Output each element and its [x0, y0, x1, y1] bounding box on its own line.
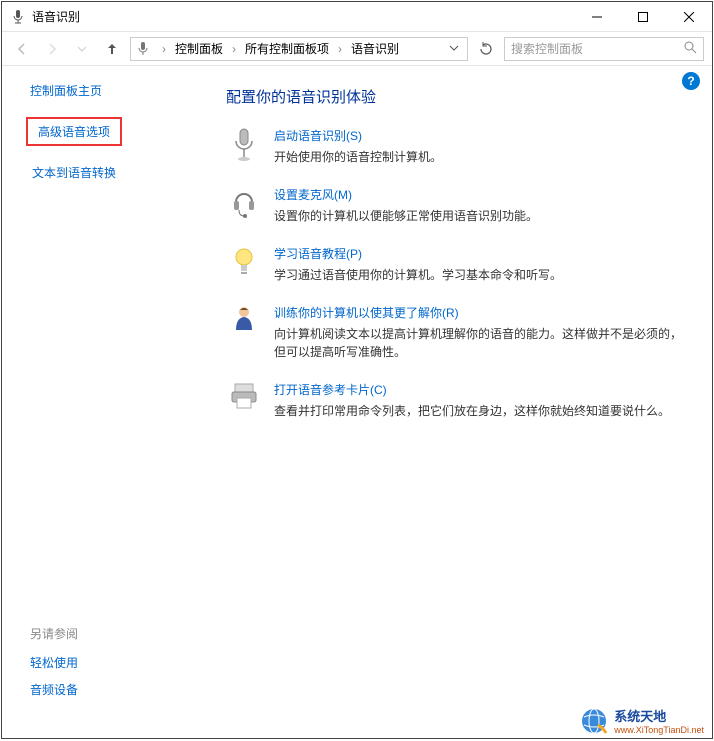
search-input[interactable]: 搜索控制面板: [504, 37, 704, 61]
person-icon: [226, 304, 262, 361]
chevron-right-icon[interactable]: ›: [333, 42, 347, 56]
microphone-icon: [226, 127, 262, 166]
train-desc: 向计算机阅读文本以提高计算机理解你的语音的能力。这样做并不是必须的，但可以提高听…: [274, 325, 692, 361]
globe-icon: [580, 707, 608, 735]
start-speech-desc: 开始使用你的语音控制计算机。: [274, 148, 442, 166]
window-buttons: [574, 2, 712, 32]
breadcrumb-segment[interactable]: 控制面板: [173, 40, 225, 57]
see-also-section: 另请参阅 轻松使用 音频设备: [30, 625, 78, 708]
recent-dropdown[interactable]: [70, 37, 94, 61]
up-button[interactable]: [100, 37, 124, 61]
setup-mic-desc: 设置你的计算机以便能够正常使用语音识别功能。: [274, 207, 538, 225]
option-train: 训练你的计算机以使其更了解你(R) 向计算机阅读文本以提高计算机理解你的语音的能…: [226, 304, 692, 361]
see-also-audio-devices[interactable]: 音频设备: [30, 681, 78, 698]
minimize-button[interactable]: [574, 2, 620, 32]
chevron-right-icon[interactable]: ›: [227, 42, 241, 56]
tutorial-link[interactable]: 学习语音教程(P): [274, 245, 562, 262]
control-panel-window: 语音识别 › 控制面板 › 所有控制面板项 › 语音识别 搜索控制面板: [1, 1, 713, 739]
sidebar-item-advanced-speech[interactable]: 高级语音选项: [26, 117, 122, 146]
option-tutorial: 学习语音教程(P) 学习通过语音使用你的计算机。学习基本命令和听写。: [226, 245, 692, 284]
option-setup-mic: 设置麦克风(M) 设置你的计算机以便能够正常使用语音识别功能。: [226, 186, 692, 225]
control-panel-home-link[interactable]: 控制面板主页: [30, 82, 214, 99]
sidebar-item-text-to-speech[interactable]: 文本到语音转换: [30, 160, 214, 185]
microphone-icon: [135, 41, 151, 57]
navigation-bar: › 控制面板 › 所有控制面板项 › 语音识别 搜索控制面板: [2, 32, 712, 66]
title-bar: 语音识别: [2, 2, 712, 32]
window-title: 语音识别: [32, 8, 574, 25]
refresh-button[interactable]: [474, 37, 498, 61]
maximize-button[interactable]: [620, 2, 666, 32]
see-also-ease-of-access[interactable]: 轻松使用: [30, 654, 78, 671]
watermark: 系统天地 www.XiTongTianDi.net: [580, 706, 704, 735]
lightbulb-icon: [226, 245, 262, 284]
reference-card-link[interactable]: 打开语音参考卡片(C): [274, 381, 670, 398]
microphone-icon: [10, 9, 26, 25]
sidebar: 控制面板主页 高级语音选项 文本到语音转换 另请参阅 轻松使用 音频设备: [2, 66, 222, 738]
chevron-down-icon[interactable]: [449, 42, 459, 56]
setup-mic-link[interactable]: 设置麦克风(M): [274, 186, 538, 203]
printer-icon: [226, 381, 262, 420]
content-body: 控制面板主页 高级语音选项 文本到语音转换 另请参阅 轻松使用 音频设备 ? 配…: [2, 66, 712, 738]
start-speech-link[interactable]: 启动语音识别(S): [274, 127, 442, 144]
forward-button[interactable]: [40, 37, 64, 61]
headset-icon: [226, 186, 262, 225]
train-link[interactable]: 训练你的计算机以使其更了解你(R): [274, 304, 692, 321]
close-button[interactable]: [666, 2, 712, 32]
chevron-right-icon[interactable]: ›: [157, 42, 171, 56]
tutorial-desc: 学习通过语音使用你的计算机。学习基本命令和听写。: [274, 266, 562, 284]
see-also-heading: 另请参阅: [30, 625, 78, 642]
breadcrumb-segment[interactable]: 所有控制面板项: [243, 40, 331, 57]
option-start-speech: 启动语音识别(S) 开始使用你的语音控制计算机。: [226, 127, 692, 166]
breadcrumb[interactable]: › 控制面板 › 所有控制面板项 › 语音识别: [130, 37, 468, 61]
search-icon: [683, 40, 697, 57]
search-placeholder: 搜索控制面板: [511, 40, 677, 57]
watermark-url: www.XiTongTianDi.net: [614, 725, 704, 735]
help-icon[interactable]: ?: [682, 72, 700, 90]
option-reference-card: 打开语音参考卡片(C) 查看并打印常用命令列表，把它们放在身边，这样你就始终知道…: [226, 381, 692, 420]
back-button[interactable]: [10, 37, 34, 61]
watermark-title: 系统天地: [614, 706, 704, 725]
breadcrumb-segment[interactable]: 语音识别: [349, 40, 401, 57]
page-title: 配置你的语音识别体验: [226, 86, 692, 107]
reference-card-desc: 查看并打印常用命令列表，把它们放在身边，这样你就始终知道要说什么。: [274, 402, 670, 420]
main-panel: ? 配置你的语音识别体验 启动语音识别(S) 开始使用你的语音控制计算机。 设置…: [222, 66, 712, 738]
